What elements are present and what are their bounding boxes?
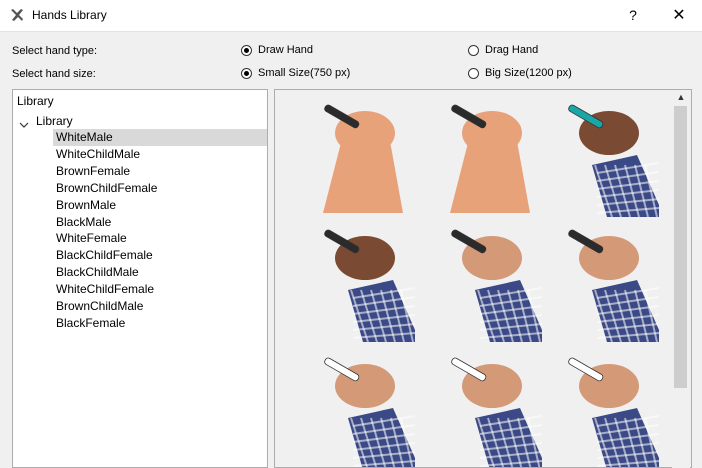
hand-icon [324, 229, 416, 343]
window-title: Hands Library [32, 8, 107, 22]
hand-size-label: Select hand size: [12, 68, 96, 80]
hand-thumbnail-7[interactable] [293, 348, 416, 467]
tree-item-brownfemale[interactable]: BrownFemale [53, 163, 267, 180]
radio-unchecked-icon [468, 44, 479, 56]
hand-icon [451, 357, 543, 467]
draw-hand-radio[interactable]: Draw Hand [241, 44, 313, 56]
tree-item-brownchildmale[interactable]: BrownChildMale [53, 298, 267, 315]
radio-checked-icon [241, 67, 252, 79]
hand-icon [568, 104, 660, 218]
help-button[interactable]: ? [618, 0, 648, 31]
hand-thumbnail-9[interactable] [537, 348, 660, 467]
hand-icon [451, 229, 543, 343]
hand-thumbnail-2[interactable] [420, 95, 542, 217]
close-button[interactable]: ✕ [656, 0, 702, 31]
tree-item-blackmale[interactable]: BlackMale [53, 214, 267, 231]
small-size-label: Small Size(750 px) [258, 67, 351, 79]
tree-item-blackfemale[interactable]: BlackFemale [53, 315, 267, 332]
hand-gallery[interactable] [274, 89, 692, 468]
hand-icon [568, 229, 660, 343]
hand-icon [323, 104, 403, 213]
scroll-up-arrow-icon[interactable]: ▲ [672, 90, 690, 104]
tree-item-blackchildfemale[interactable]: BlackChildFemale [53, 247, 267, 264]
scrollbar-thumb[interactable] [674, 106, 687, 388]
draw-hand-label: Draw Hand [258, 44, 314, 56]
hand-thumbnail-6[interactable] [537, 220, 660, 343]
chevron-down-icon[interactable] [19, 120, 29, 130]
tree-item-whitemale[interactable]: WhiteMale [53, 129, 267, 146]
hand-type-label: Select hand type: [12, 45, 98, 57]
title-bar: Hands Library ? ✕ [0, 0, 702, 32]
drag-hand-label: Drag Hand [485, 44, 539, 56]
radio-checked-icon [241, 44, 252, 56]
tree-root[interactable]: Library [17, 93, 54, 110]
tree-item-whitechildfemale[interactable]: WhiteChildFemale [53, 281, 267, 298]
hand-thumbnail-1[interactable] [293, 95, 415, 217]
tree-item-brownmale[interactable]: BrownMale [53, 197, 267, 214]
hand-thumbnail-8[interactable] [420, 348, 543, 467]
tree-folder-library[interactable]: Library [36, 113, 73, 130]
hand-icon [450, 104, 530, 213]
gallery-scrollbar[interactable]: ▲ [672, 90, 690, 468]
tree-item-whitefemale[interactable]: WhiteFemale [53, 230, 267, 247]
hand-icon [324, 357, 416, 467]
drag-hand-radio[interactable]: Drag Hand [468, 44, 538, 56]
library-tree[interactable]: Library Library WhiteMale WhiteChildMale B… [12, 89, 268, 468]
big-size-radio[interactable]: Big Size(1200 px) [468, 67, 572, 79]
small-size-radio[interactable]: Small Size(750 px) [241, 67, 350, 79]
tree-item-blackchildmale[interactable]: BlackChildMale [53, 264, 267, 281]
hand-icon [568, 357, 660, 467]
hand-thumbnail-4[interactable] [293, 220, 416, 343]
app-icon [11, 9, 23, 21]
radio-unchecked-icon [468, 67, 479, 79]
tree-item-whitechildmale[interactable]: WhiteChildMale [53, 146, 267, 163]
hand-thumbnail-5[interactable] [420, 220, 543, 343]
hand-thumbnail-3[interactable] [537, 95, 660, 218]
tree-item-brownchildfemale[interactable]: BrownChildFemale [53, 180, 267, 197]
big-size-label: Big Size(1200 px) [485, 67, 572, 79]
